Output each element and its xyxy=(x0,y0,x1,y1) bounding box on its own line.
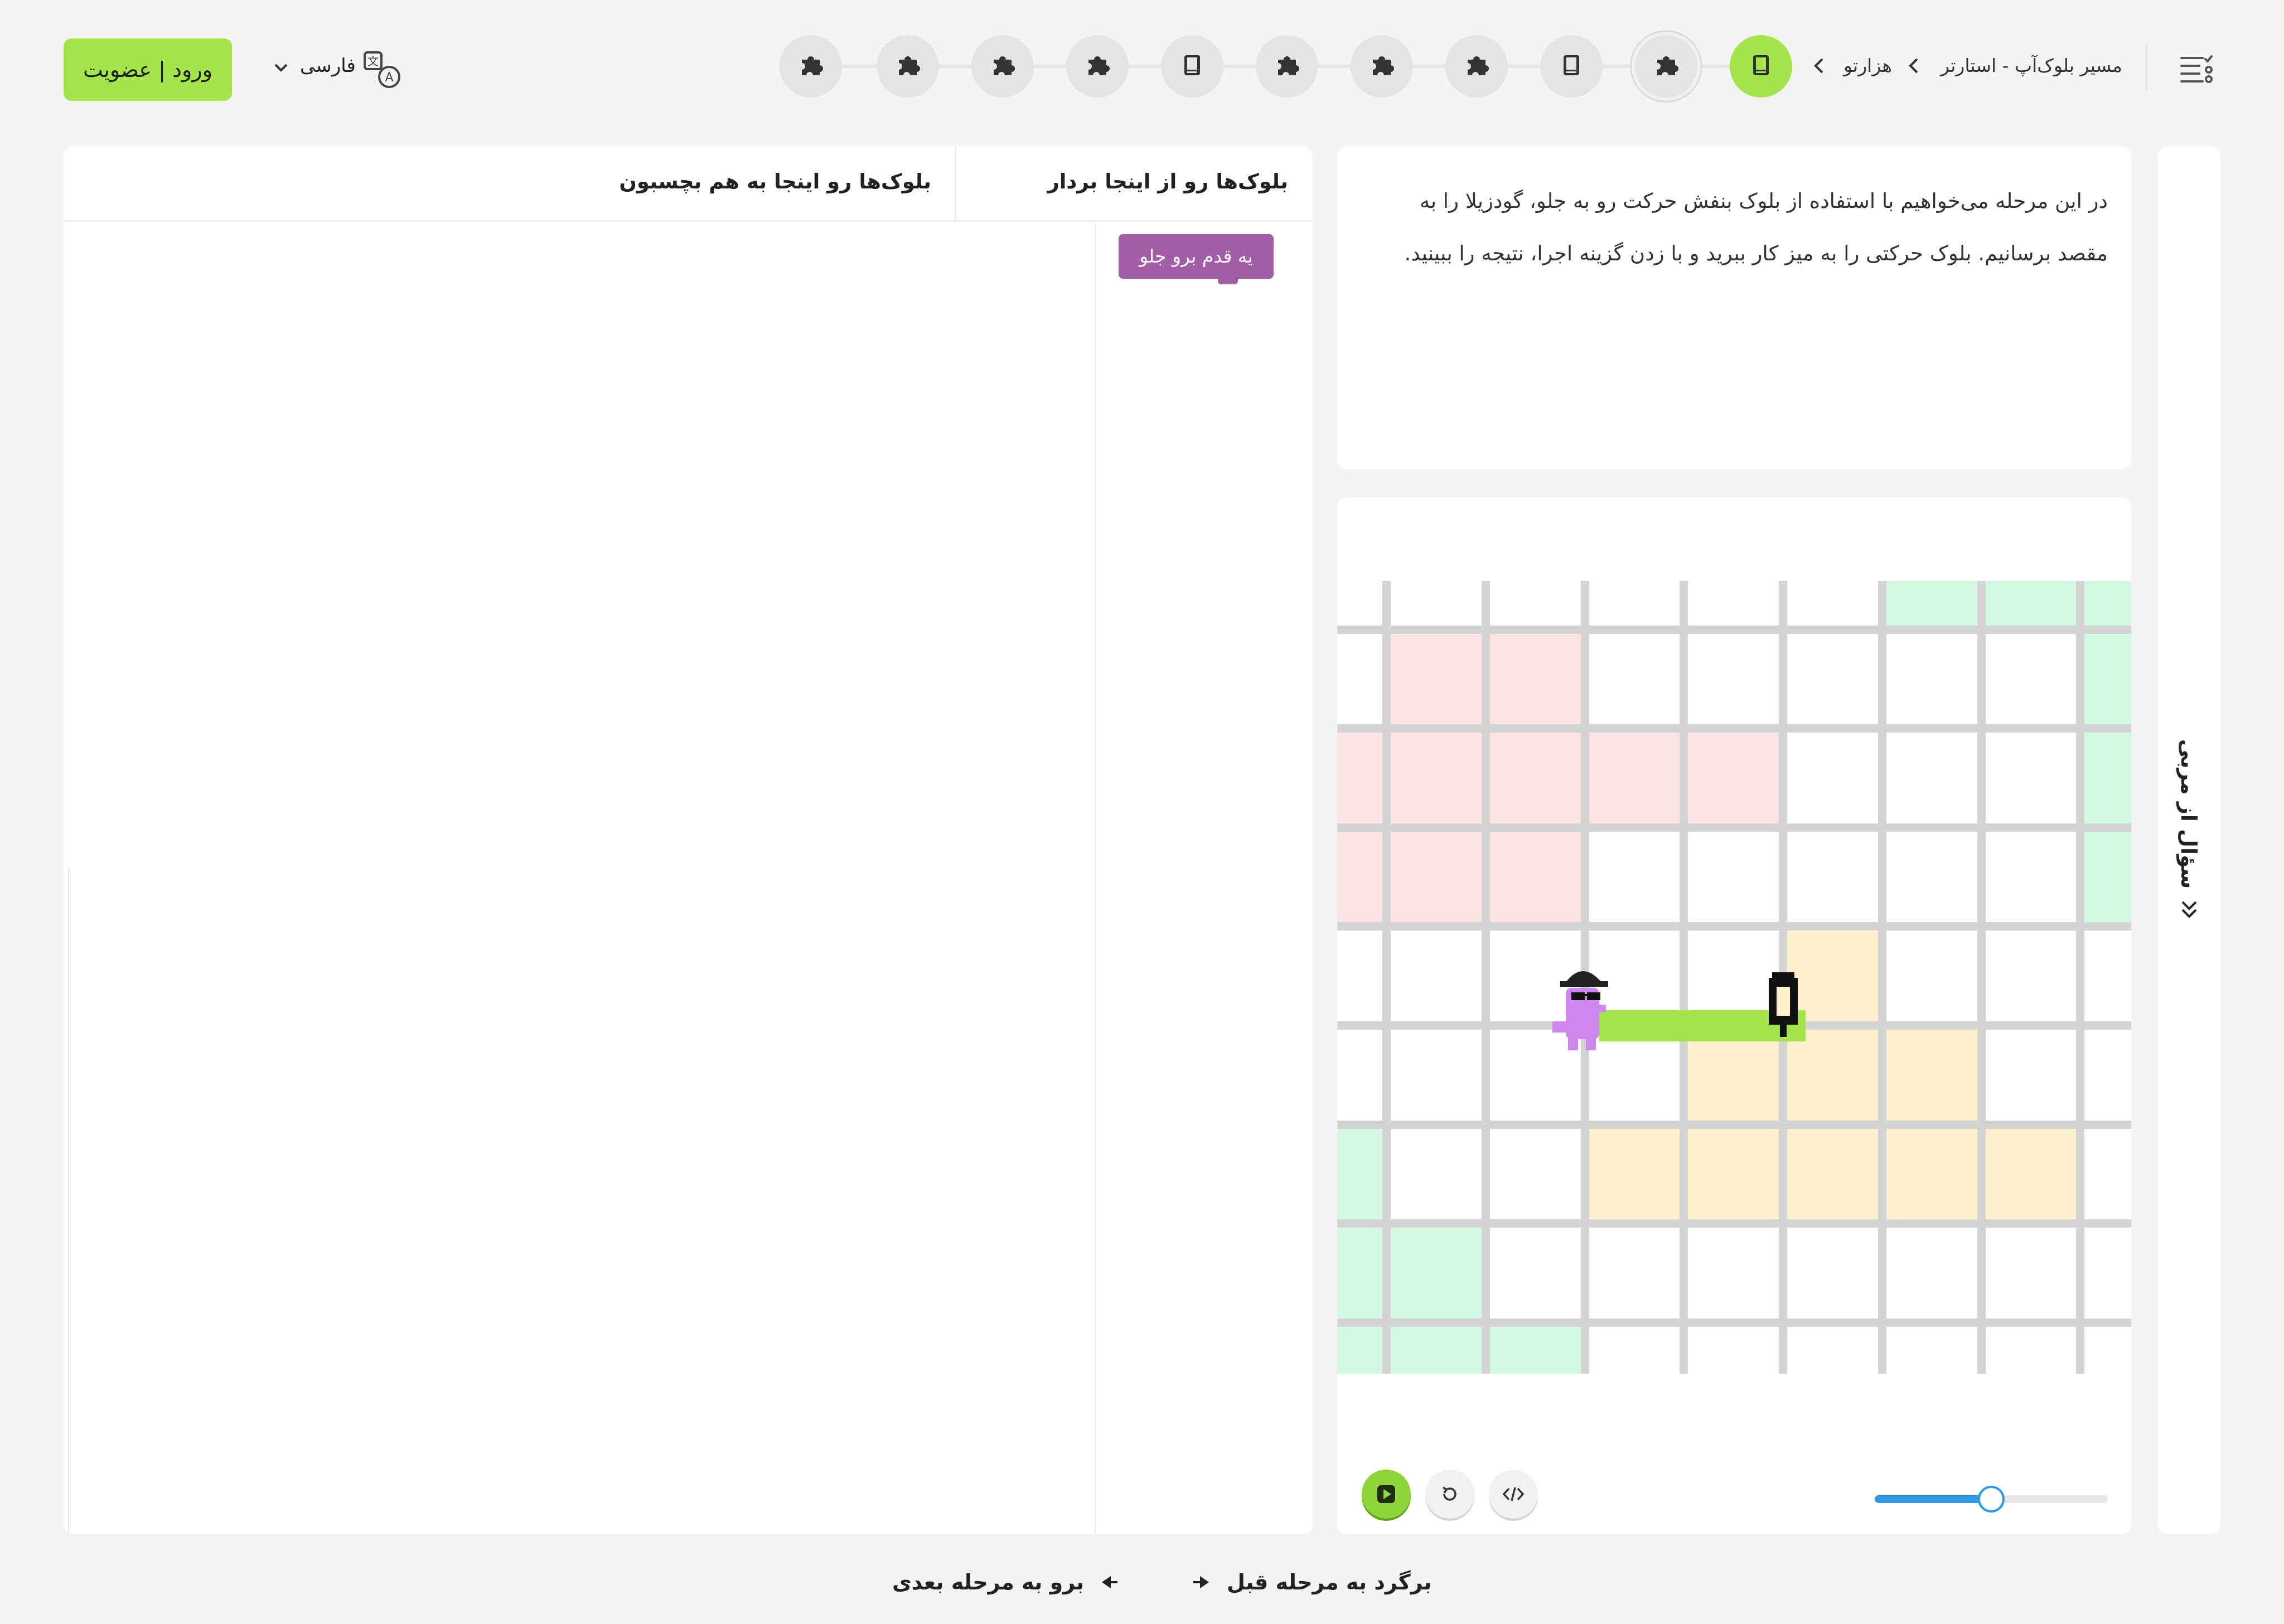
level-node[interactable] xyxy=(971,35,1034,98)
level-node[interactable] xyxy=(1730,35,1792,98)
previous-level-label: برگرد به مرحله قبل xyxy=(1227,1570,1432,1594)
toolbox-divider xyxy=(1095,223,1096,1534)
reset-icon xyxy=(1443,1486,1456,1501)
level-node[interactable] xyxy=(1351,35,1413,98)
maze-grid xyxy=(1337,581,2131,1374)
chevron-down-icon xyxy=(274,64,288,72)
workspace-title: بلوک‌ها رو اینجا به هم بچسبون xyxy=(619,169,931,193)
breadcrumb-level[interactable]: هزارتو xyxy=(1843,54,1892,78)
arrow-left-icon xyxy=(1102,1576,1118,1588)
instructions-panel: در این مرحله می‌خواهیم با استفاده از بلو… xyxy=(1337,146,2131,469)
run-button[interactable] xyxy=(1362,1470,1411,1519)
arrow-right-icon xyxy=(1193,1576,1209,1588)
puzzle-icon xyxy=(1653,52,1680,81)
level-node[interactable] xyxy=(1161,35,1223,98)
login-register-button[interactable]: ورود | عضویت xyxy=(64,38,232,101)
ask-coach-button[interactable]: سؤال از مربی xyxy=(2157,725,2222,937)
translate-icon: 文 A xyxy=(364,51,400,88)
toolbox-title: بلوک‌ها رو از اینجا بردار xyxy=(1047,169,1288,193)
next-level-label: برو به مرحله بعدی xyxy=(892,1570,1085,1594)
level-node[interactable] xyxy=(1635,35,1697,98)
puzzle-icon xyxy=(1274,52,1300,81)
header-divider xyxy=(2146,45,2147,90)
book-icon xyxy=(1180,53,1204,80)
svg-text:文: 文 xyxy=(367,55,379,68)
language-select[interactable]: فارسی 文 A xyxy=(273,50,401,90)
blockly-workspace[interactable]: بلوک‌ها رو از اینجا بردار بلوک‌ها رو این… xyxy=(64,146,1313,1534)
move-forward-block[interactable]: یه قدم برو جلو xyxy=(1119,234,1274,284)
language-label: فارسی xyxy=(300,55,356,77)
level-node[interactable] xyxy=(877,35,939,98)
puzzle-icon xyxy=(1084,52,1111,81)
puzzle-icon xyxy=(894,52,921,81)
level-node[interactable] xyxy=(780,35,842,98)
speed-slider-fill xyxy=(1875,1495,1991,1503)
level-node[interactable] xyxy=(1066,35,1129,98)
svg-text:A: A xyxy=(385,71,393,85)
book-icon xyxy=(1559,53,1584,80)
puzzle-icon xyxy=(1463,52,1490,81)
breadcrumb-path[interactable]: مسیر بلوک‌آپ - استارتر xyxy=(1941,54,2122,78)
show-code-button[interactable] xyxy=(1489,1470,1538,1519)
menu-icon[interactable] xyxy=(2179,55,2214,85)
level-node[interactable] xyxy=(1256,35,1318,98)
speed-slider-handle[interactable] xyxy=(1978,1486,2005,1512)
level-node[interactable] xyxy=(1540,35,1603,98)
scrollbar[interactable] xyxy=(68,867,69,1534)
level-node[interactable] xyxy=(1445,35,1508,98)
book-icon xyxy=(1749,53,1773,80)
next-level-link[interactable]: برو به مرحله بعدی xyxy=(892,1565,1119,1599)
play-icon xyxy=(1377,1485,1395,1503)
maze-stage xyxy=(1337,497,2131,1534)
code-icon xyxy=(1502,1487,1525,1501)
chevron-left-icon xyxy=(1811,55,1828,77)
previous-level-link[interactable]: برگرد به مرحله قبل xyxy=(1192,1565,1432,1599)
puzzle-icon xyxy=(797,52,824,81)
header-divider xyxy=(955,146,956,222)
move-forward-block-label: یه قدم برو جلو xyxy=(1139,245,1253,267)
reset-button[interactable] xyxy=(1425,1470,1474,1519)
puzzle-icon xyxy=(989,52,1016,81)
chevron-left-icon xyxy=(1906,55,1923,77)
instructions-text: در این مرحله می‌خواهیم با استفاده از بلو… xyxy=(1404,189,2108,265)
puzzle-icon xyxy=(1368,52,1395,81)
svg-text:سؤال از مربی: سؤال از مربی xyxy=(2176,739,2201,889)
